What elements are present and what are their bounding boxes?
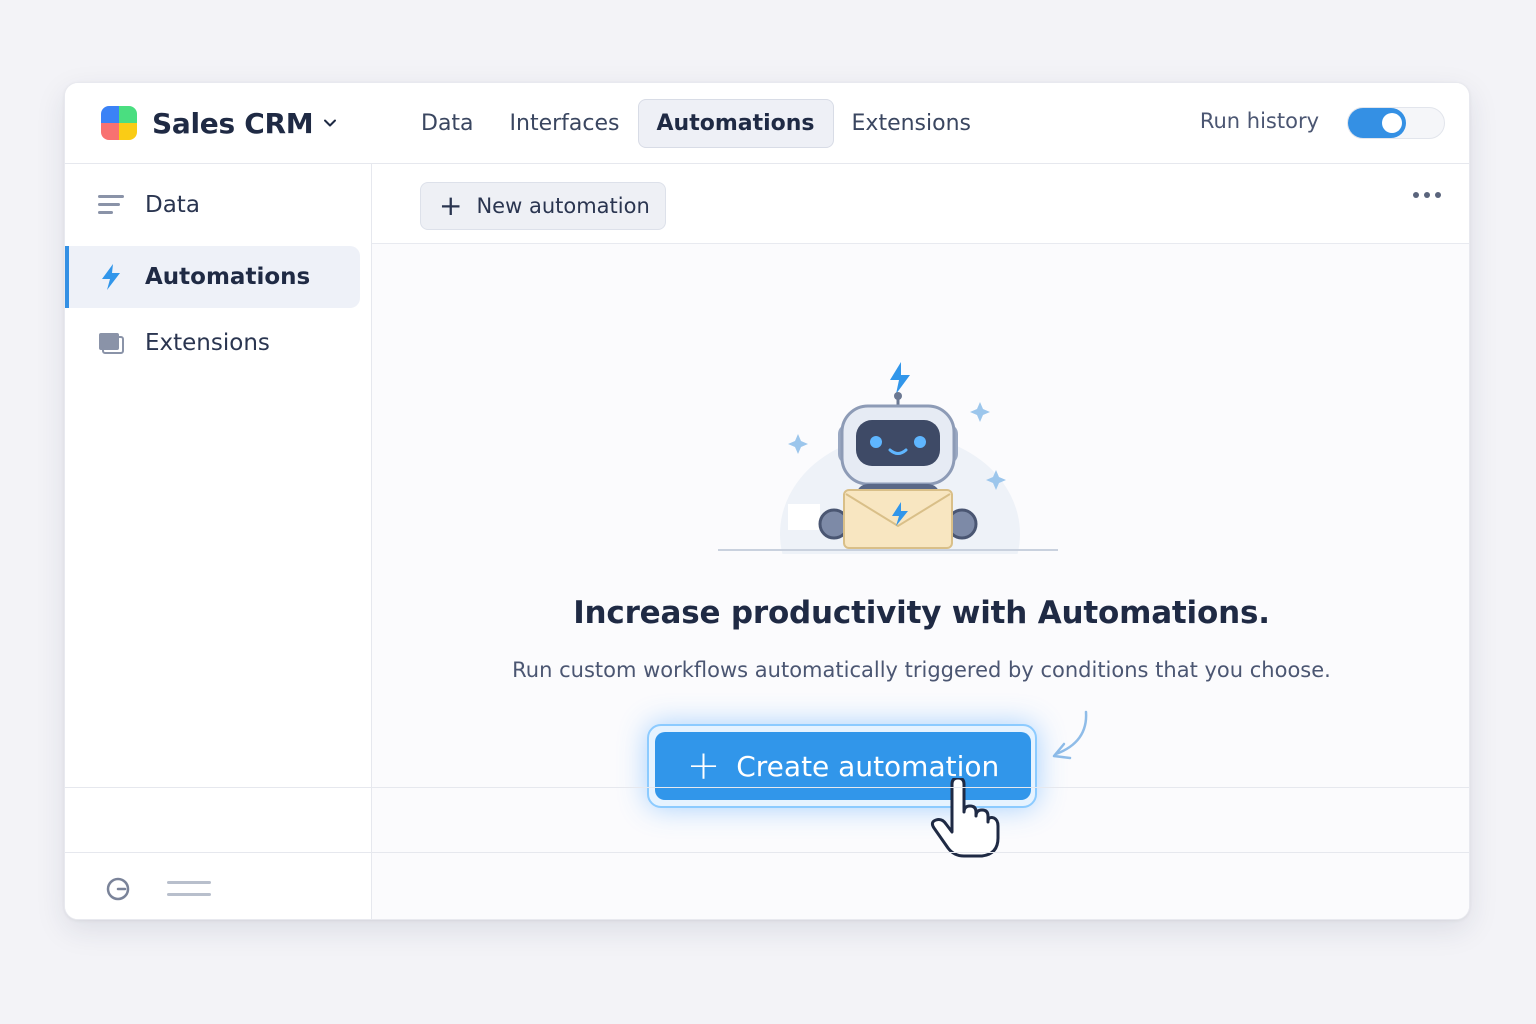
app-title: Sales CRM [152,106,314,140]
history-icon[interactable] [105,876,131,902]
tab-extensions[interactable]: Extensions [834,99,989,148]
divider [372,852,1469,853]
base-switcher[interactable]: Sales CRM [101,103,337,143]
main-content: + New automation Increase productivity w… [372,164,1469,919]
top-bar: Sales CRM Data Interfaces Automations Ex… [65,83,1469,164]
sidebar-item-label: Automations [145,264,311,290]
arrow-hint-icon [1052,710,1088,760]
new-automation-label: New automation [476,194,650,218]
divider [65,852,372,853]
plus-icon: + [439,189,463,222]
sidebar-footer [105,876,211,902]
app-window: Sales CRM Data Interfaces Automations Ex… [64,82,1470,920]
lines-icon [97,194,125,216]
tab-automations[interactable]: Automations [637,99,834,148]
sidebar: Data Automations Extensions [65,164,372,919]
sidebar-item-label: Data [145,192,200,218]
new-automation-button[interactable]: + New automation [420,182,666,230]
hand-pointer-icon [930,778,1000,858]
empty-state-description: Run custom workflows automatically trigg… [512,658,1331,682]
sidebar-item-automations[interactable]: Automations [65,246,360,308]
divider [65,787,372,788]
lightning-icon [97,263,125,291]
main-tabs: Data Interfaces Automations Extensions [403,99,989,148]
app-logo-icon [101,106,137,140]
more-options-icon[interactable] [1413,192,1441,198]
run-history-label: Run history [1199,109,1319,133]
tab-interfaces[interactable]: Interfaces [492,99,638,148]
run-history-toggle[interactable] [1347,107,1445,139]
divider [372,787,1469,788]
toolbar: + New automation [372,164,1469,244]
menu-icon[interactable] [167,878,211,900]
extension-icon [97,332,125,354]
sidebar-item-data[interactable]: Data [65,174,360,236]
sidebar-item-extensions[interactable]: Extensions [65,312,360,374]
tab-data[interactable]: Data [403,99,492,148]
chevron-down-icon [324,119,337,127]
plus-icon: + [686,743,721,789]
empty-state-headline: Increase productivity with Automations. [573,595,1270,631]
sidebar-item-label: Extensions [145,330,270,356]
toggle-knob [1382,113,1402,133]
robot-illustration [718,362,1058,554]
